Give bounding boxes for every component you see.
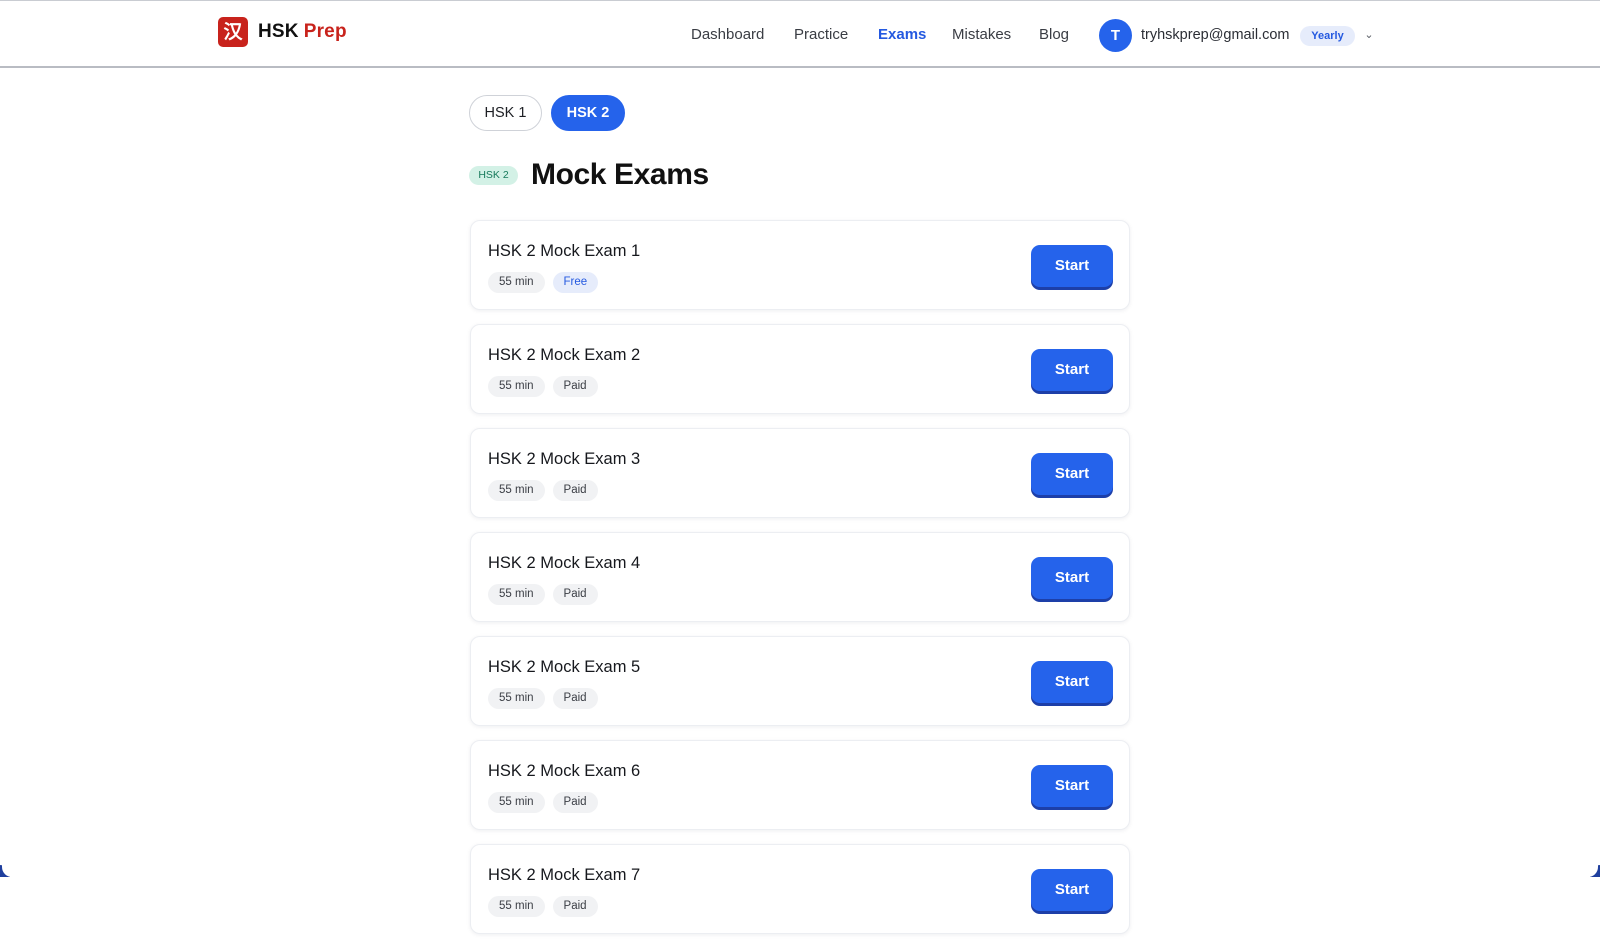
nav-blog[interactable]: Blog — [1039, 23, 1069, 47]
user-email[interactable]: tryhskprep@gmail.com — [1141, 23, 1289, 47]
start-button[interactable]: Start — [1031, 245, 1113, 287]
exam-title: HSK 2 Mock Exam 6 — [488, 762, 641, 780]
exam-title: HSK 2 Mock Exam 2 — [488, 346, 641, 364]
duration-badge: 55 min — [488, 792, 545, 813]
duration-badge: 55 min — [488, 584, 545, 605]
nav-exams[interactable]: Exams — [878, 23, 926, 47]
exam-card: HSK 2 Mock Exam 1 55 min Free Start — [470, 220, 1130, 310]
exam-meta: 55 min Paid — [488, 584, 606, 605]
access-badge: Paid — [552, 480, 598, 501]
exam-card: HSK 2 Mock Exam 3 55 min Paid Start — [470, 428, 1130, 518]
exam-list: HSK 2 Mock Exam 1 55 min Free Start HSK … — [470, 220, 1130, 948]
start-button[interactable]: Start — [1031, 661, 1113, 703]
start-button[interactable]: Start — [1031, 557, 1113, 599]
exam-card: HSK 2 Mock Exam 7 55 min Paid Start — [470, 844, 1130, 934]
exam-meta: 55 min Paid — [488, 792, 606, 813]
access-badge: Paid — [552, 376, 598, 397]
start-button[interactable]: Start — [1031, 765, 1113, 807]
tab-hsk-1[interactable]: HSK 1 — [469, 95, 542, 131]
level-chip: HSK 2 — [469, 166, 518, 185]
chevron-down-icon[interactable]: ⌄ — [1362, 25, 1376, 45]
nav-dashboard[interactable]: Dashboard — [691, 23, 764, 47]
logo-name: HSK — [258, 21, 299, 42]
exam-card: HSK 2 Mock Exam 2 55 min Paid Start — [470, 324, 1130, 414]
exam-card: HSK 2 Mock Exam 6 55 min Paid Start — [470, 740, 1130, 830]
logo-accent: Prep — [303, 21, 347, 42]
exam-meta: 55 min Paid — [488, 896, 606, 917]
duration-badge: 55 min — [488, 896, 545, 917]
duration-badge: 55 min — [488, 272, 545, 293]
duration-badge: 55 min — [488, 480, 545, 501]
access-badge: Free — [552, 272, 599, 293]
exam-meta: 55 min Paid — [488, 480, 606, 501]
page-title: Mock Exams — [531, 158, 709, 191]
exam-title: HSK 2 Mock Exam 3 — [488, 450, 641, 468]
exam-card: HSK 2 Mock Exam 4 55 min Paid Start — [470, 532, 1130, 622]
exam-meta: 55 min Paid — [488, 376, 606, 397]
duration-badge: 55 min — [488, 688, 545, 709]
start-button[interactable]: Start — [1031, 349, 1113, 391]
plan-badge: Yearly — [1300, 26, 1355, 46]
exam-card: HSK 2 Mock Exam 5 55 min Paid Start — [470, 636, 1130, 726]
start-button[interactable]: Start — [1031, 453, 1113, 495]
duration-badge: 55 min — [488, 376, 545, 397]
user-avatar[interactable]: T — [1099, 19, 1132, 52]
exam-title: HSK 2 Mock Exam 7 — [488, 866, 641, 884]
logo-mark-icon: 汉 — [218, 17, 248, 47]
exam-meta: 55 min Paid — [488, 688, 606, 709]
exam-title: HSK 2 Mock Exam 4 — [488, 554, 641, 572]
top-header: 汉 HSK Prep Dashboard Practice Exams Mista… — [0, 0, 1600, 68]
exam-meta: 55 min Free — [488, 272, 606, 293]
nav-practice[interactable]: Practice — [794, 23, 848, 47]
access-badge: Paid — [552, 792, 598, 813]
exam-title: HSK 2 Mock Exam 5 — [488, 658, 641, 676]
exam-title: HSK 2 Mock Exam 1 — [488, 242, 641, 260]
window-corner — [0, 865, 12, 877]
window-corner — [1588, 865, 1600, 877]
logo[interactable]: 汉 HSK Prep — [218, 17, 347, 47]
access-badge: Paid — [552, 896, 598, 917]
nav-mistakes[interactable]: Mistakes — [952, 23, 1011, 47]
logo-text: HSK Prep — [258, 21, 347, 43]
access-badge: Paid — [552, 584, 598, 605]
tab-hsk-2[interactable]: HSK 2 — [551, 95, 625, 131]
start-button[interactable]: Start — [1031, 869, 1113, 911]
access-badge: Paid — [552, 688, 598, 709]
